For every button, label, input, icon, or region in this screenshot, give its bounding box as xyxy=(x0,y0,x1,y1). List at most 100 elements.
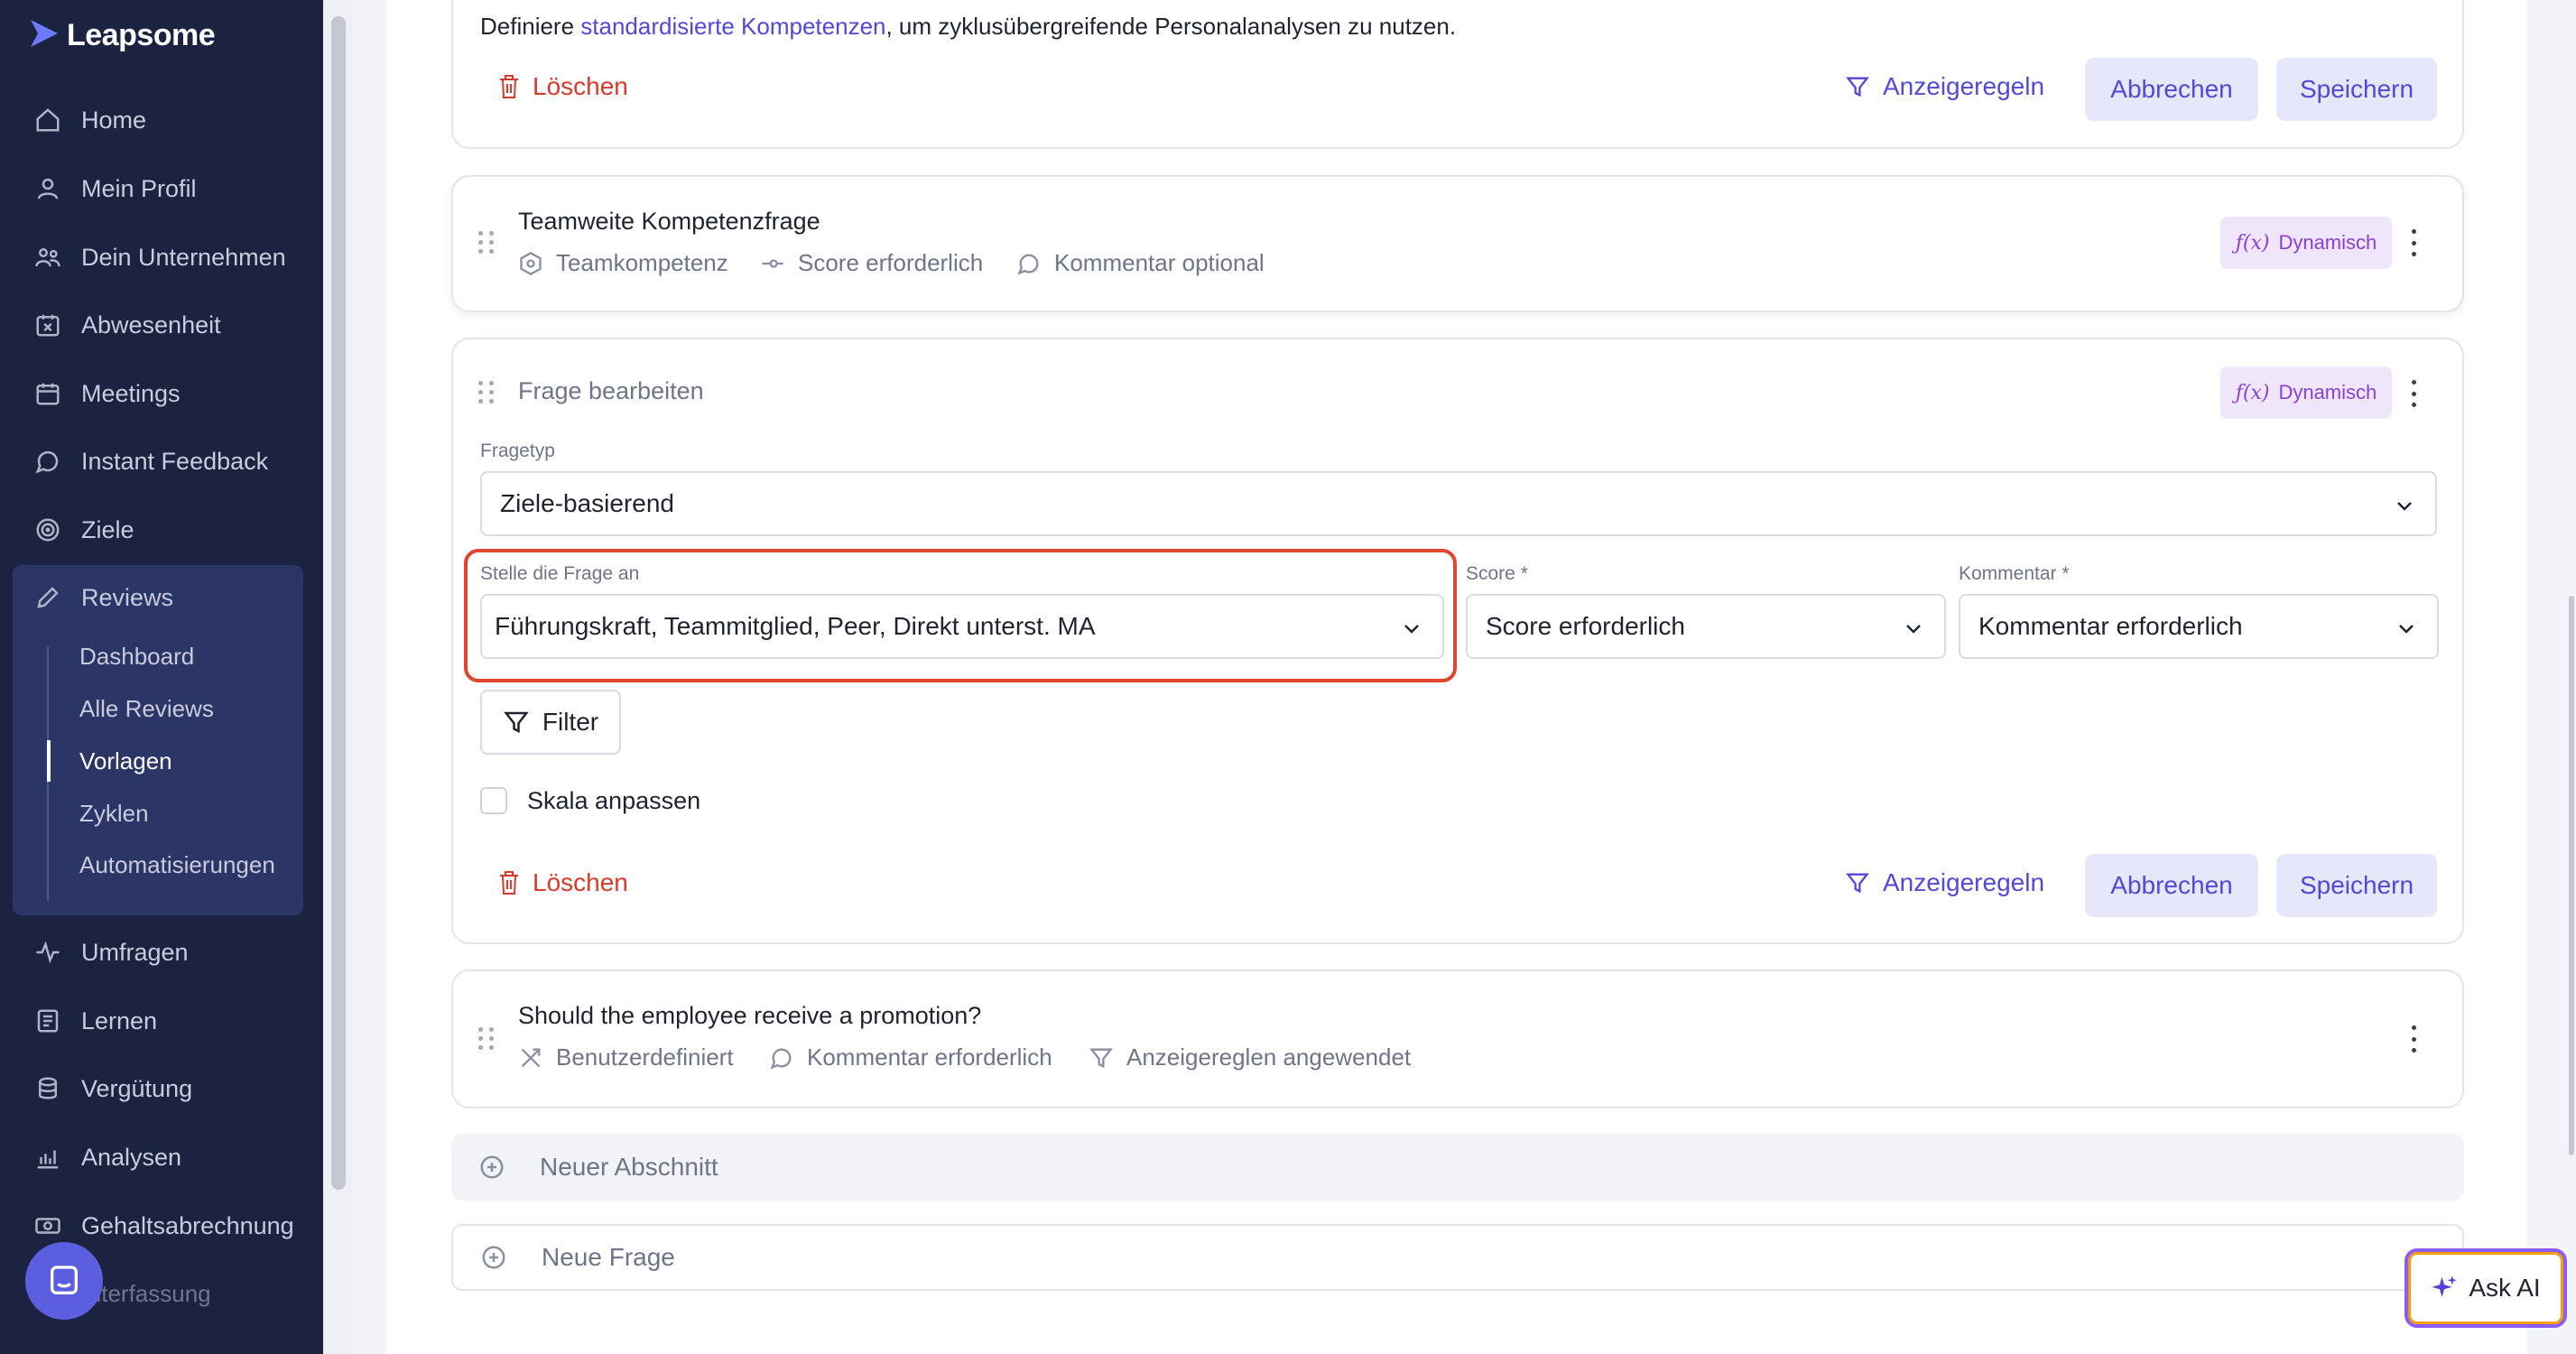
nav-dein-unternehmen-label: Dein Unternehmen xyxy=(81,243,286,271)
nav-abwesenheit-label: Abwesenheit xyxy=(81,311,221,338)
display-rules-button-top[interactable]: Anzeigeregeln xyxy=(1845,72,2044,101)
customize-scale-checkbox[interactable] xyxy=(480,787,507,814)
ask-ai-label: Ask AI xyxy=(2469,1274,2541,1302)
delete-button-top[interactable]: Löschen xyxy=(498,72,628,101)
new-section-label: Neuer Abschnitt xyxy=(540,1153,718,1181)
brand-name: Leapsome xyxy=(67,18,216,52)
nav-verguetung-label: Vergütung xyxy=(81,1074,193,1102)
plus-circle-icon xyxy=(482,1246,505,1269)
delete-button[interactable]: Löschen xyxy=(498,868,628,897)
pulse-icon xyxy=(36,941,60,964)
meta-display-rules-applied: Anzeigereglen angewendet xyxy=(1089,1043,1411,1071)
ask-to-label: Stelle die Frage an xyxy=(480,563,640,584)
meta-comment-optional: Kommentar optional xyxy=(1016,249,1265,277)
meta-team-competency: Teamkompetenz xyxy=(518,249,728,277)
plus-circle-icon xyxy=(480,1155,504,1179)
score-select[interactable]: Score erforderlich xyxy=(1466,594,1946,659)
sidebar: Leapsome Home Mein Profil Dein Unternehm… xyxy=(0,0,323,1354)
user-icon xyxy=(37,178,59,199)
tools-icon xyxy=(521,1048,541,1067)
question-type-select[interactable]: Ziele-basierend xyxy=(480,471,2437,536)
question-type-label: Fragetyp xyxy=(480,441,555,461)
meta-comment-required: Kommentar erforderlich xyxy=(769,1043,1052,1071)
nav-ziele[interactable]: Ziele xyxy=(34,507,134,552)
nav-mein-profil[interactable]: Mein Profil xyxy=(34,166,197,211)
more-options-icon[interactable] xyxy=(2408,380,2419,407)
cancel-button-top[interactable]: Abbrechen xyxy=(2085,58,2258,121)
display-rules-label: Anzeigeregeln xyxy=(1883,868,2045,896)
nav-instant-feedback[interactable]: Instant Feedback xyxy=(34,439,268,484)
filter-button[interactable]: Filter xyxy=(480,690,621,755)
filter-icon xyxy=(1846,77,1869,97)
submenu-active-indicator xyxy=(47,740,51,782)
nav-lernen[interactable]: Lernen xyxy=(34,998,157,1043)
nav-umfragen-label: Umfragen xyxy=(81,938,189,966)
drag-handle-icon[interactable] xyxy=(478,231,495,255)
new-question-button[interactable]: Neue Frage xyxy=(451,1224,2464,1291)
nav-abwesenheit[interactable]: Abwesenheit xyxy=(34,302,221,348)
meta-score-required: Score erforderlich xyxy=(760,249,983,277)
meta-custom: Benutzerdefiniert xyxy=(518,1043,734,1071)
more-options-icon[interactable] xyxy=(2408,229,2419,256)
main-scrollbar-thumb[interactable] xyxy=(2569,596,2574,1155)
meta-label: Kommentar optional xyxy=(1054,249,1265,276)
comment-select[interactable]: Kommentar erforderlich xyxy=(1959,594,2439,659)
comment-value: Kommentar erforderlich xyxy=(1978,612,2243,640)
filter-icon xyxy=(504,711,529,734)
coins-icon xyxy=(39,1077,57,1099)
competency-intro: Definiere standardisierte Kompetenzen, u… xyxy=(480,13,1456,41)
save-button[interactable]: Speichern xyxy=(2276,854,2437,917)
question-card-team-competency[interactable]: Teamweite Kompetenzfrage Teamkompetenz S… xyxy=(451,175,2464,312)
meta-label: Teamkompetenz xyxy=(556,249,728,276)
delete-label: Löschen xyxy=(533,868,628,896)
filter-icon xyxy=(1089,1048,1113,1068)
nav-reviews-alle-reviews[interactable]: Alle Reviews xyxy=(79,688,214,729)
more-options-icon[interactable] xyxy=(2408,1025,2419,1053)
pencil-icon xyxy=(37,587,59,608)
display-rules-button[interactable]: Anzeigeregeln xyxy=(1845,868,2044,897)
save-button-top[interactable]: Speichern xyxy=(2276,58,2437,121)
badge-label: Dynamisch xyxy=(2278,381,2377,403)
ask-to-select[interactable]: Führungskraft, Teammitglied, Peer, Direk… xyxy=(480,594,1444,659)
meta-label: Benutzerdefiniert xyxy=(556,1043,734,1071)
nav-meetings[interactable]: Meetings xyxy=(34,371,181,416)
competency-icon xyxy=(520,251,542,275)
nav-reviews-vorlagen[interactable]: Vorlagen xyxy=(79,740,172,782)
nav-analysen[interactable]: Analysen xyxy=(34,1135,181,1180)
dynamic-badge: ƒ(x) Dynamisch xyxy=(2220,366,2392,419)
comment-icon xyxy=(1017,254,1039,275)
meta-label: Anzeigereglen angewendet xyxy=(1126,1043,1412,1071)
nav-reviews-dashboard[interactable]: Dashboard xyxy=(79,635,194,677)
question-card-promotion[interactable]: Should the employee receive a promotion?… xyxy=(451,969,2464,1108)
nav-home[interactable]: Home xyxy=(34,97,146,143)
users-icon xyxy=(35,248,60,267)
new-question-label: Neue Frage xyxy=(542,1243,675,1271)
cancel-button[interactable]: Abbrechen xyxy=(2085,854,2258,917)
leapsome-logo-icon xyxy=(31,20,58,47)
nav-umfragen[interactable]: Umfragen xyxy=(34,930,189,975)
drag-handle-icon[interactable] xyxy=(478,1027,495,1051)
drag-handle-icon[interactable] xyxy=(478,381,495,404)
question-title: Teamweite Kompetenzfrage xyxy=(518,208,820,235)
nav-verguetung[interactable]: Vergütung xyxy=(34,1066,192,1111)
nav-gehaltsabrechnung[interactable]: Gehaltsabrechnung xyxy=(34,1203,294,1248)
new-section-button[interactable]: Neuer Abschnitt xyxy=(451,1134,2464,1201)
nav-meetings-label: Meetings xyxy=(81,379,181,407)
sidebar-scrollbar-thumb[interactable] xyxy=(331,16,346,1190)
nav-reviews[interactable]: Reviews xyxy=(34,575,173,620)
question-title: Should the employee receive a promotion? xyxy=(518,1002,982,1029)
nav-reviews-automatisierungen[interactable]: Automatisierungen xyxy=(79,844,275,886)
ask-ai-button[interactable]: Ask AI xyxy=(2405,1248,2567,1328)
support-chat-button[interactable] xyxy=(25,1242,103,1320)
nav-home-label: Home xyxy=(81,106,147,134)
dynamic-badge: ƒ(x) Dynamisch xyxy=(2220,217,2392,269)
nav-reviews-zyklen[interactable]: Zyklen xyxy=(79,793,149,834)
filter-label: Filter xyxy=(542,708,599,736)
function-icon: ƒ(x) xyxy=(2235,381,2270,404)
standardized-competencies-link[interactable]: standardisierte Kompetenzen xyxy=(580,13,885,40)
score-label: Score * xyxy=(1466,563,1528,584)
chevron-down-icon xyxy=(2397,502,2412,511)
nav-dein-unternehmen[interactable]: Dein Unternehmen xyxy=(34,235,286,280)
chat-widget-icon xyxy=(51,1266,78,1294)
chevron-down-icon xyxy=(1906,625,1921,634)
